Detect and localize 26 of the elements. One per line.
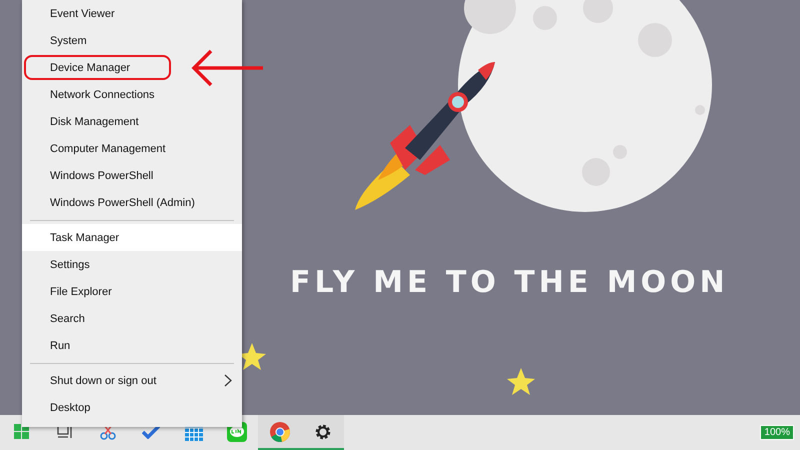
- menu-item[interactable]: Task Manager: [22, 224, 242, 251]
- settings-icon: [314, 422, 332, 440]
- menu-item[interactable]: Computer Management: [22, 135, 242, 162]
- menu-item[interactable]: Network Connections: [22, 81, 242, 108]
- menu-item[interactable]: Windows PowerShell (Admin): [22, 189, 242, 216]
- browser-icon: [270, 422, 290, 442]
- menu-item[interactable]: Device Manager: [22, 54, 242, 81]
- menu-item[interactable]: System: [22, 27, 242, 54]
- menu-item[interactable]: Event Viewer: [22, 0, 242, 27]
- menu-item[interactable]: Windows PowerShell: [22, 162, 242, 189]
- chevron-icon: [224, 374, 232, 387]
- star-icon: [507, 368, 535, 395]
- battery-percentage: 100%: [760, 425, 794, 440]
- taskbar-button[interactable]: [301, 415, 344, 450]
- menu-item[interactable]: Run: [22, 332, 242, 359]
- arrow-icon: [191, 49, 263, 87]
- checkmark-icon: [142, 424, 160, 438]
- menu-item[interactable]: Settings: [22, 251, 242, 278]
- menu-item[interactable]: Search: [22, 305, 242, 332]
- menu-item[interactable]: File Explorer: [22, 278, 242, 305]
- wallpaper-title: FLY ME TO THE MOON: [290, 265, 729, 300]
- menu-item[interactable]: Disk Management: [22, 108, 242, 135]
- menu-item[interactable]: Desktop: [22, 394, 242, 421]
- task-view-icon: [56, 424, 72, 438]
- menu-item[interactable]: Shut down or sign out: [22, 367, 242, 394]
- start-icon: [14, 424, 29, 439]
